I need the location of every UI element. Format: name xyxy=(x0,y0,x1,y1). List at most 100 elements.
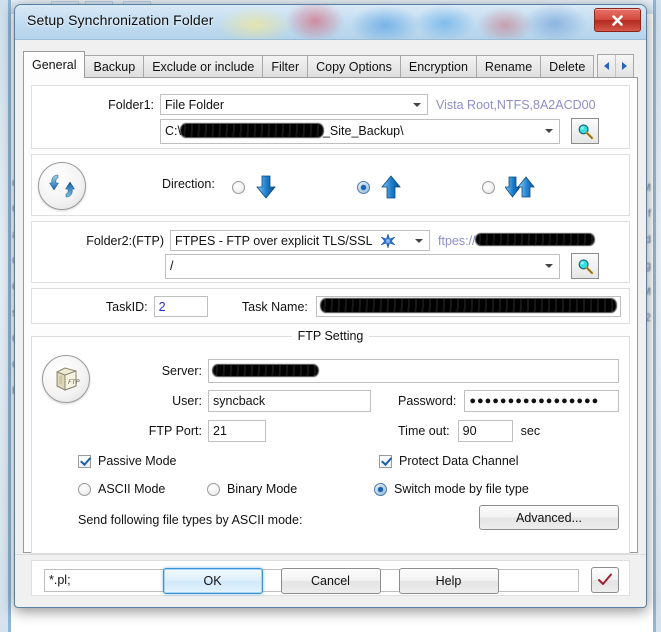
task-id-label: TaskID: xyxy=(105,299,148,314)
folder1-volume-info: Vista Root,NTFS,8A2ACD00 xyxy=(436,97,596,112)
folder1-type-value: File Folder xyxy=(165,97,225,112)
folder2-url-scheme: ftpes:// xyxy=(438,233,476,248)
tab-delete[interactable]: Delete xyxy=(540,55,595,78)
tab-rename[interactable]: Rename xyxy=(475,55,542,78)
folder2-protocol-value: FTPES - FTP over explicit TLS/SSL xyxy=(175,233,373,248)
folder1-type-combobox[interactable]: File Folder xyxy=(160,94,428,115)
protect-data-channel-checkbox[interactable] xyxy=(379,454,392,468)
direction-label: Direction: xyxy=(162,177,215,191)
tab-bar: General Backup Exclude or include Filter… xyxy=(23,50,638,78)
chevron-left-icon xyxy=(604,62,610,70)
direction-bidirectional-radio[interactable] xyxy=(482,180,495,194)
redacted-server-address xyxy=(213,364,318,376)
ftp-port-label: FTP Port: xyxy=(148,424,202,438)
ok-button[interactable]: OK xyxy=(162,568,263,594)
folder1-browse-button[interactable] xyxy=(571,118,599,144)
folder2-label: Folder2:(FTP) xyxy=(86,233,164,248)
folder2-remote-path-combobox[interactable]: / xyxy=(165,253,560,279)
ascii-mode-radio[interactable] xyxy=(78,482,91,496)
binary-mode-radio[interactable] xyxy=(207,482,220,496)
dialog-title: Setup Synchronization Folder xyxy=(27,12,214,28)
tab-general[interactable]: General xyxy=(23,51,86,78)
close-icon xyxy=(612,14,623,26)
folder2-url-display: ftpes:// xyxy=(438,234,594,248)
ftp-setting-groupbox: FTP Setting FTP Server: User: syncback P… xyxy=(31,329,630,554)
chevron-down-icon xyxy=(415,238,423,243)
close-button[interactable] xyxy=(594,8,641,32)
folder2-remote-path-value: / xyxy=(170,259,174,273)
magnifier-icon xyxy=(578,123,593,139)
switch-mode-radio[interactable] xyxy=(374,482,387,496)
ftp-server-label: Server: xyxy=(161,364,202,378)
direction-download-radio[interactable] xyxy=(232,180,245,194)
task-name-field[interactable] xyxy=(315,296,621,317)
folder1-path-combobox[interactable]: C:\ _Site_Backup\ xyxy=(160,118,560,144)
ftp-box-icon: FTP xyxy=(56,367,80,391)
passive-mode-option[interactable]: Passive Mode xyxy=(78,454,177,468)
svg-text:FTP: FTP xyxy=(68,378,80,386)
ftp-setting-title: FTP Setting xyxy=(291,329,370,343)
cancel-button[interactable]: Cancel xyxy=(280,568,381,594)
ftp-timeout-value: 90 xyxy=(462,424,477,438)
redacted-task-name xyxy=(320,299,616,312)
help-button[interactable]: Help xyxy=(398,568,499,594)
ftp-box-icon-badge: FTP xyxy=(42,355,90,403)
arrow-up-down-icon xyxy=(505,176,535,198)
folder2-protocol-combobox[interactable]: FTPES - FTP over explicit TLS/SSL xyxy=(170,230,430,251)
arrow-down-icon xyxy=(256,175,276,199)
switch-mode-by-file-type-option[interactable]: Switch mode by file type xyxy=(374,482,529,496)
help-button-label: Help xyxy=(435,574,462,588)
tab-encryption[interactable]: Encryption xyxy=(399,55,477,78)
tab-scroll-right-button[interactable] xyxy=(615,55,633,77)
tab-scroll-buttons xyxy=(597,54,635,78)
sync-direction-icon-badge xyxy=(38,162,86,210)
tab-copy-options[interactable]: Copy Options xyxy=(307,55,401,78)
magnifier-icon xyxy=(578,258,593,274)
passive-mode-label: Passive Mode xyxy=(98,454,177,468)
general-tab-panel: Folder1: File Folder Vista Root,NTFS,8A2… xyxy=(23,77,638,596)
tab-label: Backup xyxy=(93,60,136,74)
ftp-password-field[interactable]: ●●●●●●●●●●●●●●●●● xyxy=(464,390,619,412)
ftp-timeout-field[interactable]: 90 xyxy=(457,420,513,442)
setup-synchronization-folder-dialog: Setup Synchronization Folder General Bac… xyxy=(14,4,647,608)
folder1-path-prefix: C:\ xyxy=(165,124,181,138)
advanced-button-label: Advanced... xyxy=(515,510,582,525)
dialog-button-bar: OK Cancel Help xyxy=(15,554,646,607)
tab-label: Exclude or include xyxy=(152,60,255,74)
ascii-types-label: Send following file types by ASCII mode: xyxy=(78,513,303,527)
direction-upload-radio[interactable] xyxy=(357,180,370,194)
ftp-server-field[interactable] xyxy=(208,359,619,383)
ftp-user-value: syncback xyxy=(213,394,266,408)
dialog-title-bar: Setup Synchronization Folder xyxy=(15,5,646,40)
chevron-down-icon xyxy=(545,264,553,268)
arrow-up-icon xyxy=(381,175,401,199)
chevron-right-icon xyxy=(622,62,628,70)
protect-data-channel-option[interactable]: Protect Data Channel xyxy=(379,454,519,468)
binary-mode-option[interactable]: Binary Mode xyxy=(207,482,297,496)
tab-label: Encryption xyxy=(408,60,468,74)
tab-scroll-left-button[interactable] xyxy=(598,55,615,77)
task-id-field[interactable]: 2 xyxy=(153,296,208,317)
direction-option-upload[interactable] xyxy=(357,175,402,199)
ftp-port-field[interactable]: 21 xyxy=(208,420,266,442)
tab-label: Copy Options xyxy=(316,60,392,74)
direction-option-bidirectional[interactable] xyxy=(482,175,537,199)
chevron-down-icon xyxy=(545,129,553,133)
task-id-value: 2 xyxy=(158,299,166,314)
tab-filter[interactable]: Filter xyxy=(262,55,309,78)
tab-backup[interactable]: Backup xyxy=(84,55,145,78)
passive-mode-checkbox[interactable] xyxy=(78,454,91,468)
ascii-mode-label: ASCII Mode xyxy=(98,482,166,496)
tab-label: Filter xyxy=(271,60,300,74)
ftp-timeout-unit: sec xyxy=(520,424,541,438)
ftp-user-field[interactable]: syncback xyxy=(208,390,371,412)
tab-exclude-or-include[interactable]: Exclude or include xyxy=(143,55,264,78)
folder2-panel: Folder2:(FTP) FTPES - FTP over explicit … xyxy=(31,221,630,283)
folder2-browse-button[interactable] xyxy=(571,253,599,279)
folder1-label: Folder1: xyxy=(108,97,154,112)
ftp-password-value: ●●●●●●●●●●●●●●●●● xyxy=(469,395,600,407)
ftp-password-label: Password: xyxy=(398,394,457,408)
ascii-mode-option[interactable]: ASCII Mode xyxy=(78,482,165,496)
advanced-button[interactable]: Advanced... xyxy=(479,505,619,530)
direction-option-download[interactable] xyxy=(232,175,277,199)
